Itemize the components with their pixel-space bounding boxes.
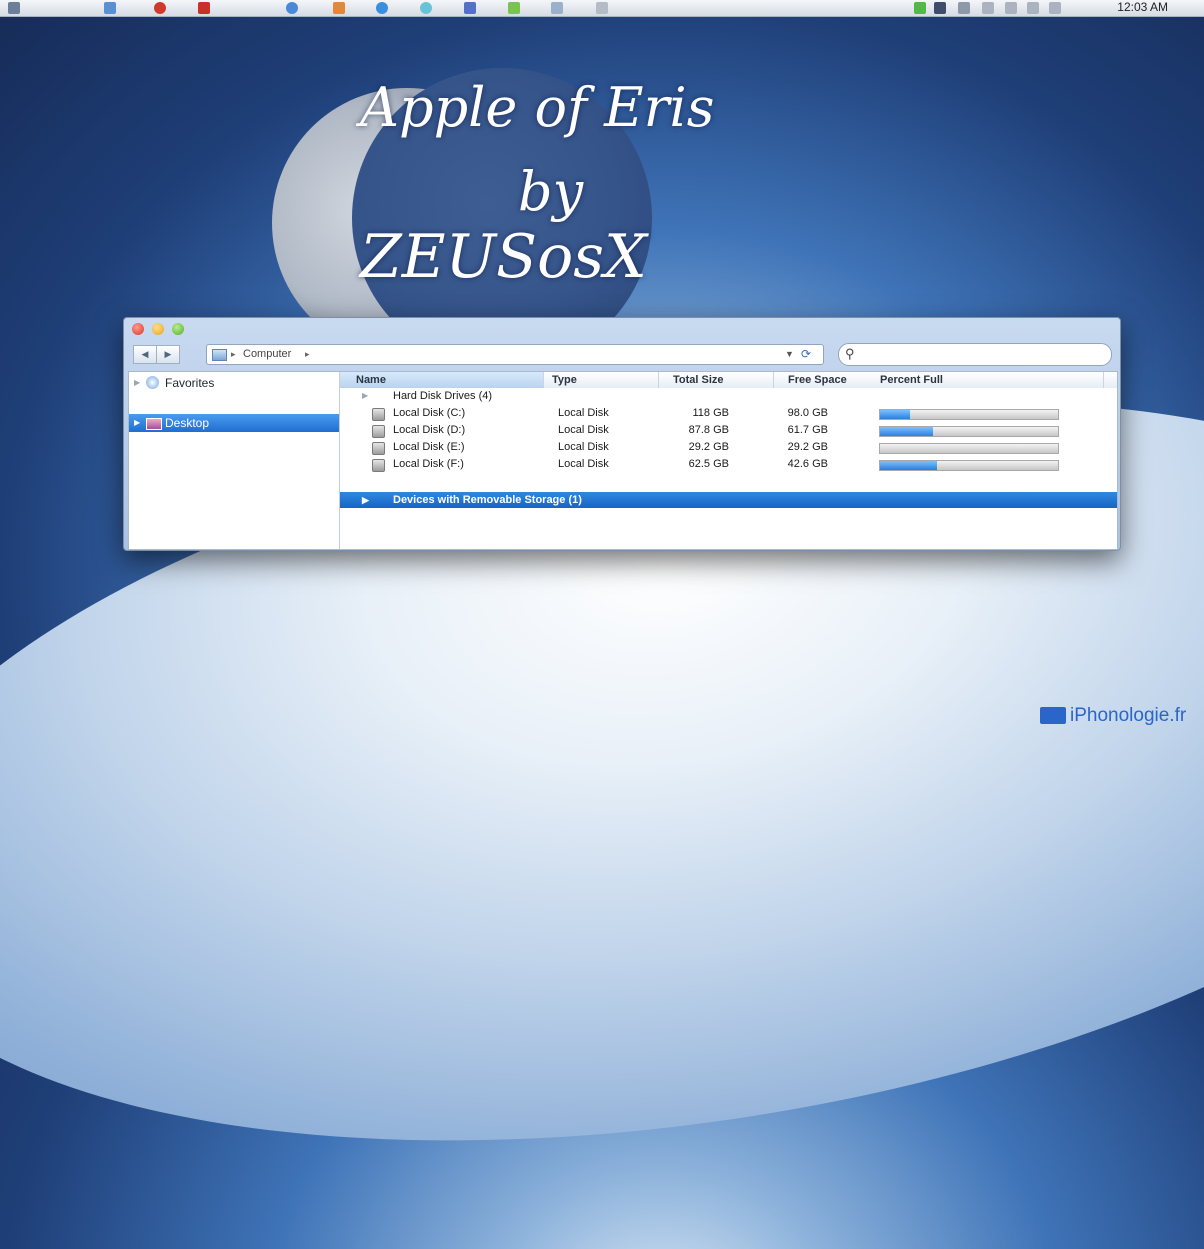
disk-type: Local Disk [558, 441, 609, 453]
column-header-type[interactable]: Type [544, 372, 659, 388]
sidebar: ▶ Favorites ▶ Desktop [129, 372, 340, 549]
address-separator: ▸ [231, 349, 236, 359]
percent-full-fill [880, 410, 911, 419]
column-header-free-space[interactable]: Free Space [774, 372, 881, 388]
address-separator: ▸ [305, 349, 310, 359]
disk-free: 61.7 GB [787, 424, 828, 436]
table-row[interactable]: Local Disk (F:) Local Disk 62.5 GB 42.6 … [340, 457, 1117, 473]
refresh-icon[interactable]: ⟳ [801, 345, 811, 364]
wallpaper-title-line2: by [518, 160, 584, 223]
column-header-filler [1104, 372, 1117, 388]
disk-free: 29.2 GB [787, 441, 828, 453]
explorer-window: ◀ ▶ ▸ Computer ▸ ▼ ⟳ ⚲ ▶ Favorites ▶ Des… [123, 317, 1121, 551]
sidebar-item-label: Favorites [165, 376, 215, 390]
disk-free: 42.6 GB [787, 458, 828, 470]
app-icon[interactable] [551, 2, 563, 14]
percent-full-bar [879, 443, 1059, 454]
percent-full-bar [879, 460, 1059, 471]
computer-icon [212, 349, 227, 361]
disk-name: Local Disk (E:) [393, 441, 465, 453]
hard-disk-icon [372, 408, 385, 421]
expand-arrow-icon[interactable]: ▶ [134, 374, 140, 392]
watermark-text: iPhonologie.fr [1070, 705, 1187, 726]
disk-type: Local Disk [558, 424, 609, 436]
group-removable-storage[interactable]: ▶ Devices with Removable Storage (1) [340, 492, 1117, 508]
desktop-icon [146, 418, 162, 430]
taskbar: 12:03 AM [0, 0, 1204, 17]
table-row[interactable]: Local Disk (D:) Local Disk 87.8 GB 61.7 … [340, 423, 1117, 439]
search-icon: ⚲ [845, 346, 855, 361]
column-header-name[interactable]: Name [340, 372, 544, 388]
tray-icon[interactable] [934, 2, 946, 14]
percent-full-fill [880, 427, 934, 436]
address-bar[interactable]: ▸ Computer ▸ ▼ ⟳ [206, 344, 824, 365]
wallpaper-title-line3: ZEUSosX [360, 222, 647, 292]
wallpaper-title-line1: Apple of Eris [360, 76, 715, 139]
search-input[interactable] [861, 346, 1105, 363]
minimize-button[interactable] [152, 323, 164, 335]
disk-total: 29.2 GB [688, 441, 729, 453]
expand-arrow-icon[interactable]: ▶ [362, 391, 368, 400]
tray-icon[interactable] [1049, 2, 1061, 14]
tray-icon[interactable] [1005, 2, 1017, 14]
disk-total: 62.5 GB [688, 458, 729, 470]
disk-type: Local Disk [558, 407, 609, 419]
star-icon [146, 376, 159, 389]
tray-icon[interactable] [914, 2, 926, 14]
column-header-total-size[interactable]: Total Size [659, 372, 774, 388]
sidebar-item-favorites[interactable]: ▶ Favorites [129, 374, 339, 392]
app-icon[interactable] [464, 2, 476, 14]
app-icon[interactable] [420, 2, 432, 14]
group-hard-disks[interactable]: ▶ Hard Disk Drives (4) [340, 389, 1117, 405]
column-header-percent-full[interactable]: Percent Full [870, 372, 1104, 388]
address-dropdown-icon[interactable]: ▼ [785, 345, 794, 364]
app-icon[interactable] [333, 2, 345, 14]
disk-name: Local Disk (D:) [393, 424, 466, 436]
disk-name: Local Disk (F:) [393, 458, 464, 470]
forward-button[interactable]: ▶ [156, 345, 180, 364]
clock: 12:03 AM [1117, 0, 1168, 14]
address-location: Computer [243, 348, 292, 360]
group-label: Devices with Removable Storage (1) [393, 494, 582, 506]
close-button[interactable] [132, 323, 144, 335]
app-icon[interactable] [508, 2, 520, 14]
percent-full-bar [879, 426, 1059, 437]
app-icon[interactable] [104, 2, 116, 14]
hard-disk-icon [372, 442, 385, 455]
tray-icon[interactable] [958, 2, 970, 14]
search-field[interactable]: ⚲ [838, 343, 1112, 366]
app-icon[interactable] [198, 2, 210, 14]
sidebar-item-label: Desktop [165, 416, 210, 430]
disk-free: 98.0 GB [787, 407, 828, 419]
hard-disk-icon [372, 459, 385, 472]
disk-total: 118 GB [692, 407, 730, 419]
percent-full-fill [880, 461, 937, 470]
app-icon[interactable] [596, 2, 608, 14]
app-icon[interactable] [286, 2, 298, 14]
table-row[interactable]: Local Disk (E:) Local Disk 29.2 GB 29.2 … [340, 440, 1117, 456]
sidebar-item-desktop[interactable]: ▶ Desktop [129, 414, 339, 432]
disk-total: 87.8 GB [688, 424, 729, 436]
table-row[interactable]: Local Disk (C:) Local Disk 118 GB 98.0 G… [340, 406, 1117, 422]
hard-disk-icon [372, 425, 385, 438]
zoom-button[interactable] [172, 323, 184, 335]
app-icon[interactable] [376, 2, 388, 14]
percent-full-bar [879, 409, 1059, 420]
start-icon[interactable] [8, 2, 20, 14]
expand-arrow-icon[interactable]: ▶ [134, 414, 140, 432]
tray-icon[interactable] [982, 2, 994, 14]
tray-icon[interactable] [1027, 2, 1039, 14]
group-label: Hard Disk Drives (4) [393, 390, 493, 402]
disk-type: Local Disk [558, 458, 609, 470]
window-body: ▶ Favorites ▶ Desktop Name Type Total Si… [128, 371, 1118, 550]
watermark: iPhonologie.fr [1040, 705, 1186, 727]
monitor-icon [1040, 707, 1066, 724]
disk-name: Local Disk (C:) [393, 407, 466, 419]
back-button[interactable]: ◀ [133, 345, 157, 364]
file-list: Name Type Total Size Free Space Percent … [340, 372, 1117, 549]
app-icon[interactable] [154, 2, 166, 14]
expand-arrow-icon[interactable]: ▶ [362, 492, 369, 508]
